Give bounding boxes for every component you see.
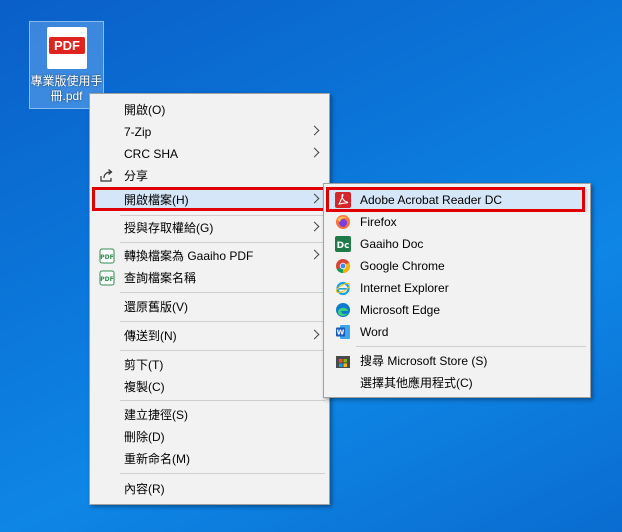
submenu-item-label: Word — [360, 325, 389, 339]
chevron-right-icon — [309, 147, 320, 158]
submenu-item-internet-explorer[interactable]: Internet Explorer — [326, 277, 588, 299]
menu-item-cut[interactable]: 剪下(T) — [92, 354, 327, 376]
submenu-item-choose-other-app[interactable]: 選擇其他應用程式(C) — [326, 372, 588, 394]
menu-item-share[interactable]: 分享 — [92, 165, 327, 187]
menu-item-rename[interactable]: 重新命名(M) — [92, 448, 327, 470]
menu-item-convert-gaaiho[interactable]: PDF 轉換檔案為 Gaaiho PDF — [92, 245, 327, 267]
menu-item-delete[interactable]: 刪除(D) — [92, 426, 327, 448]
submenu-item-label: 選擇其他應用程式(C) — [360, 376, 473, 390]
menu-item-label: 授與存取權給(G) — [124, 221, 214, 235]
menu-item-label: 剪下(T) — [124, 358, 164, 372]
chevron-right-icon — [309, 249, 320, 260]
menu-item-label: 建立捷徑(S) — [124, 408, 188, 422]
menu-separator — [120, 292, 325, 293]
menu-item-open[interactable]: 開啟(O) — [92, 99, 327, 121]
submenu-item-firefox[interactable]: Firefox — [326, 211, 588, 233]
submenu-item-label: Internet Explorer — [360, 281, 449, 295]
word-icon: W — [335, 324, 351, 340]
submenu-item-label: 搜尋 Microsoft Store (S) — [360, 354, 488, 368]
menu-item-label: 查詢檔案名稱 — [124, 271, 197, 285]
menu-item-label: 刪除(D) — [124, 430, 165, 444]
gaaiho-pdf-icon: PDF — [99, 248, 115, 264]
menu-item-label: 傳送到(N) — [124, 329, 177, 343]
chrome-icon — [335, 258, 351, 274]
menu-item-label: 7-Zip — [124, 125, 152, 139]
menu-item-send-to[interactable]: 傳送到(N) — [92, 325, 327, 347]
gaaiho-doc-icon: Dc — [335, 236, 351, 252]
menu-item-label: 還原舊版(V) — [124, 300, 188, 314]
menu-item-label: 複製(C) — [124, 380, 165, 394]
pdf-file-icon: PDF — [47, 27, 87, 69]
menu-item-give-access[interactable]: 授與存取權給(G) — [92, 217, 327, 239]
submenu-item-gaaiho-doc[interactable]: Dc Gaaiho Doc — [326, 233, 588, 255]
open-with-submenu: Adobe Acrobat Reader DC Firefox Dc Gaaih… — [323, 183, 591, 398]
svg-text:PDF: PDF — [100, 276, 113, 283]
submenu-separator — [356, 346, 586, 347]
gaaiho-pdf-icon: PDF — [99, 270, 115, 286]
menu-item-restore-versions[interactable]: 還原舊版(V) — [92, 296, 327, 318]
submenu-item-label: Google Chrome — [360, 259, 445, 273]
pdf-tag: PDF — [49, 37, 85, 54]
submenu-item-microsoft-edge[interactable]: Microsoft Edge — [326, 299, 588, 321]
submenu-item-label: Microsoft Edge — [360, 303, 441, 317]
menu-item-copy[interactable]: 複製(C) — [92, 376, 327, 398]
submenu-item-label: Firefox — [360, 215, 397, 229]
menu-item-crc-sha[interactable]: CRC SHA — [92, 143, 327, 165]
menu-item-open-with[interactable]: 開啟檔案(H) — [92, 189, 327, 211]
chevron-right-icon — [309, 193, 320, 204]
menu-item-label: 開啟檔案(H) — [124, 193, 189, 207]
menu-item-label: 轉換檔案為 Gaaiho PDF — [124, 249, 254, 263]
firefox-icon — [335, 214, 351, 230]
menu-item-label: 重新命名(M) — [124, 452, 190, 466]
adobe-acrobat-icon — [335, 192, 351, 208]
chevron-right-icon — [309, 329, 320, 340]
menu-item-label: 內容(R) — [124, 482, 165, 496]
menu-separator — [120, 350, 325, 351]
menu-separator — [120, 242, 325, 243]
menu-item-label: 分享 — [124, 169, 149, 183]
context-menu: 開啟(O) 7-Zip CRC SHA 分享 開啟檔案(H) 授與存取權給(G)… — [89, 93, 330, 505]
svg-text:Dc: Dc — [337, 241, 350, 251]
submenu-item-label: Adobe Acrobat Reader DC — [360, 193, 503, 207]
microsoft-store-icon — [335, 353, 351, 369]
submenu-item-adobe-acrobat[interactable]: Adobe Acrobat Reader DC — [326, 189, 588, 211]
menu-item-create-shortcut[interactable]: 建立捷徑(S) — [92, 404, 327, 426]
menu-item-query-filename[interactable]: PDF 查詢檔案名稱 — [92, 267, 327, 289]
submenu-item-search-store[interactable]: 搜尋 Microsoft Store (S) — [326, 350, 588, 372]
submenu-item-word[interactable]: W Word — [326, 321, 588, 343]
menu-separator — [120, 400, 325, 401]
edge-icon — [335, 302, 351, 318]
internet-explorer-icon — [335, 280, 351, 296]
chevron-right-icon — [309, 125, 320, 136]
submenu-item-label: Gaaiho Doc — [360, 237, 424, 251]
svg-text:PDF: PDF — [100, 254, 113, 261]
menu-item-label: 開啟(O) — [124, 103, 166, 117]
submenu-item-google-chrome[interactable]: Google Chrome — [326, 255, 588, 277]
menu-item-label: CRC SHA — [124, 147, 179, 161]
menu-item-7zip[interactable]: 7-Zip — [92, 121, 327, 143]
menu-separator — [120, 321, 325, 322]
menu-item-properties[interactable]: 內容(R) — [92, 478, 327, 500]
menu-separator — [120, 215, 325, 216]
share-icon — [99, 168, 115, 184]
menu-separator — [120, 473, 325, 474]
chevron-right-icon — [309, 221, 320, 232]
svg-text:W: W — [337, 329, 345, 337]
